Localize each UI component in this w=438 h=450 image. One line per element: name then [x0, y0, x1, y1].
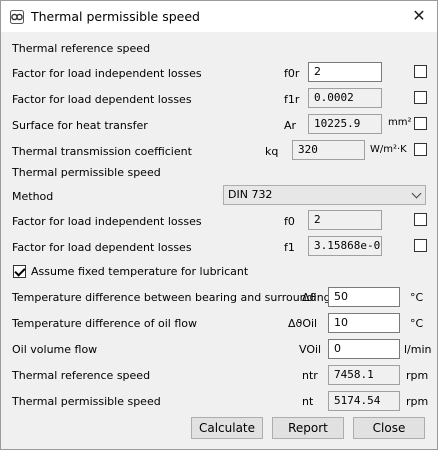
assume-fixed-label: Assume fixed temperature for lubricant [31, 265, 249, 278]
title-bar[interactable]: Thermal permissible speed ✕ [1, 1, 437, 32]
delta-theta-input[interactable]: 50 [328, 287, 400, 307]
chevron-down-icon [411, 188, 422, 199]
f1-label: Factor for load dependent losses [12, 241, 192, 254]
delta-theta-unit: °C [410, 291, 424, 304]
oil-volume-flow-input[interactable]: 0 [328, 339, 400, 359]
delta-theta-oil-input[interactable]: 10 [328, 313, 400, 333]
delta-theta-symbol: Δϑ [302, 291, 317, 304]
kq-symbol: kq [265, 145, 279, 158]
f0r-checkbox[interactable] [414, 65, 427, 78]
delta-theta-oil-symbol: ΔϑOil [288, 317, 318, 330]
f1-field: 3.15868e-05 [308, 236, 382, 256]
f0-symbol: f0 [284, 215, 295, 228]
ar-label: Surface for heat transfer [12, 119, 148, 132]
kq-checkbox[interactable] [414, 143, 427, 156]
f1r-checkbox[interactable] [414, 91, 427, 104]
f0r-input[interactable]: 2 [308, 62, 382, 82]
oil-volume-flow-unit: l/min [404, 343, 432, 356]
f1r-label: Factor for load dependent losses [12, 93, 192, 106]
calculate-button[interactable]: Calculate [191, 417, 263, 439]
f1r-symbol: f1r [284, 93, 300, 106]
f0-checkbox[interactable] [414, 213, 427, 226]
kq-unit: W/m²·K [370, 144, 407, 155]
assume-fixed-checkbox[interactable] [13, 265, 26, 278]
method-select[interactable]: DIN 732 [223, 185, 426, 205]
f1r-field: 0.0002 [308, 88, 382, 108]
f0r-symbol: f0r [284, 67, 300, 80]
result-permissible-speed-field: 5174.54 [328, 391, 400, 411]
section-heading-permissible: Thermal permissible speed [12, 166, 161, 179]
result-reference-speed-label: Thermal reference speed [12, 369, 151, 382]
result-reference-speed-unit: rpm [406, 369, 429, 382]
f1-symbol: f1 [284, 241, 295, 254]
method-label: Method [12, 190, 54, 203]
delta-theta-oil-unit: °C [410, 317, 424, 330]
result-permissible-speed-unit: rpm [406, 395, 429, 408]
result-permissible-speed-label: Thermal permissible speed [12, 395, 161, 408]
oil-volume-flow-symbol: VOil [299, 343, 322, 356]
delta-theta-label: Temperature difference between bearing a… [12, 291, 337, 304]
dialog-window: Thermal permissible speed ✕ Thermal refe… [0, 0, 438, 450]
ar-field: 10225.9 [308, 114, 382, 134]
result-permissible-speed-symbol: nt [302, 395, 314, 408]
ar-symbol: Ar [284, 119, 297, 132]
result-reference-speed-symbol: ntr [302, 369, 318, 382]
result-reference-speed-field: 7458.1 [328, 365, 400, 385]
ar-unit: mm² [388, 117, 412, 128]
ar-checkbox[interactable] [414, 117, 427, 130]
f0r-label: Factor for load independent losses [12, 67, 202, 80]
delta-theta-oil-label: Temperature difference of oil flow [12, 317, 197, 330]
report-button[interactable]: Report [272, 417, 344, 439]
window-title: Thermal permissible speed [31, 9, 200, 24]
f0-field: 2 [308, 210, 382, 230]
f0-label: Factor for load independent losses [12, 215, 202, 228]
kq-field: 320 [292, 140, 365, 160]
kq-label: Thermal transmission coefficient [12, 145, 192, 158]
f1-checkbox[interactable] [414, 239, 427, 252]
app-logo-icon [10, 10, 24, 24]
oil-volume-flow-label: Oil volume flow [12, 343, 98, 356]
window-close-icon[interactable]: ✕ [407, 4, 431, 28]
close-button[interactable]: Close [353, 417, 425, 439]
method-selected-value: DIN 732 [228, 188, 273, 201]
section-heading-reference: Thermal reference speed [12, 42, 151, 55]
